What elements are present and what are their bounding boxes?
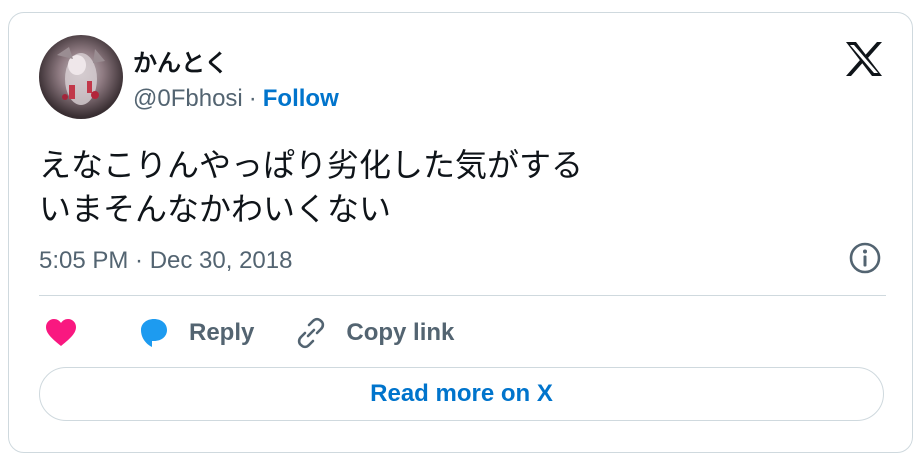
info-icon[interactable] — [848, 241, 882, 275]
link-icon — [298, 317, 325, 349]
like-button[interactable] — [45, 318, 77, 348]
divider — [39, 295, 886, 296]
author-handle[interactable]: @0Fbhosi — [133, 85, 243, 112]
reply-label: Reply — [189, 319, 255, 346]
tweet-timestamp[interactable]: 5:05 PM · Dec 30, 2018 — [39, 247, 292, 275]
reply-button[interactable]: Reply — [137, 317, 254, 349]
heart-icon — [46, 319, 76, 346]
avatar[interactable] — [39, 35, 123, 119]
author-display-name[interactable]: かんとく — [133, 43, 228, 78]
action-bar: Reply Copy link — [39, 313, 454, 353]
author-handle-row: @0Fbhosi · Follow — [133, 85, 339, 113]
copy-link-button[interactable]: Copy link — [294, 316, 454, 350]
separator-dot: · — [248, 85, 257, 112]
tweet-text: えなこりんやっぱり劣化した気がする いまそんなかわいくない — [39, 146, 584, 228]
tweet-card: かんとく @0Fbhosi · Follow えなこりんやっぱり劣化した気がする い… — [8, 12, 913, 453]
x-logo-icon[interactable] — [844, 41, 884, 77]
read-more-button[interactable]: Read more on X — [39, 367, 884, 421]
copy-link-label: Copy link — [346, 319, 455, 346]
follow-link[interactable]: Follow — [263, 85, 339, 112]
reply-bubble-icon — [141, 319, 167, 347]
